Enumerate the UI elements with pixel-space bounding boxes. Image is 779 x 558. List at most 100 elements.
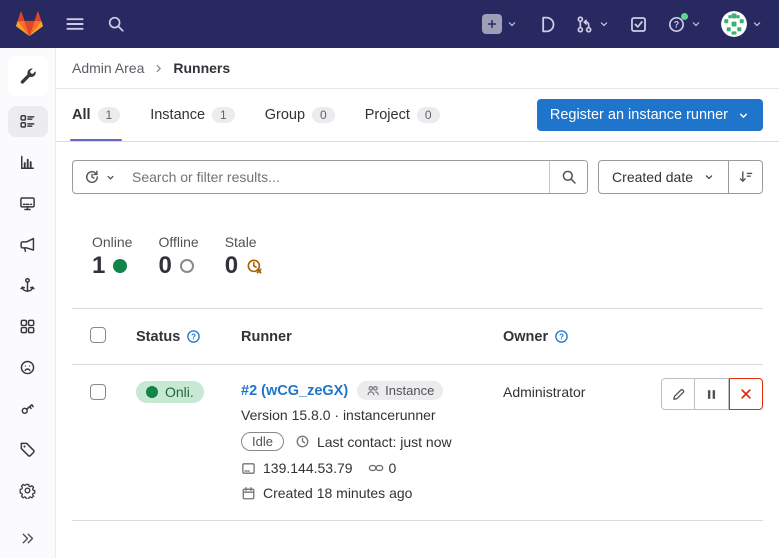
online-dot-icon: [146, 386, 158, 398]
sidebar-item-analytics[interactable]: [8, 147, 48, 178]
merge-request-icon: [575, 15, 594, 34]
sidebar-item-admin-area[interactable]: [8, 56, 48, 96]
chevron-down-icon: [737, 109, 750, 122]
wrench-icon: [19, 67, 37, 85]
sort-controls: Created date: [598, 160, 763, 194]
status-badge-text: Onli...: [165, 384, 194, 400]
runner-owner: Administrator: [503, 381, 653, 400]
runner-name-link[interactable]: #2 (wCG_zeGX): [241, 383, 348, 399]
breadcrumb-admin-area-link[interactable]: Admin Area: [72, 60, 144, 76]
sort-by-label: Created date: [612, 169, 693, 185]
delete-runner-button[interactable]: [729, 378, 763, 410]
plus-icon: [482, 14, 502, 34]
tab-count-badge: 1: [212, 107, 235, 123]
sort-by-dropdown[interactable]: Created date: [598, 160, 729, 194]
sidebar-item-settings[interactable]: [8, 475, 48, 506]
select-row-checkbox[interactable]: [90, 384, 106, 400]
runner-created-text: Created 18 minutes ago: [263, 485, 412, 501]
search-icon: [107, 15, 125, 33]
tab-all[interactable]: All 1: [72, 89, 120, 141]
sidebar-nav: [8, 106, 48, 506]
column-header-owner: Owner: [503, 329, 548, 345]
user-avatar: [721, 11, 747, 37]
merge-requests-button[interactable]: [575, 15, 610, 34]
chevron-down-icon: [751, 18, 763, 30]
chevron-right-icon: [153, 63, 164, 74]
gitlab-admin-runners-page: ?: [0, 0, 779, 558]
stat-online: Online 1: [92, 234, 132, 279]
stat-label: Stale: [225, 234, 263, 250]
top-navbar: ?: [0, 0, 779, 48]
label-tag-icon: [19, 441, 36, 458]
stat-offline: Offline 0: [158, 234, 198, 279]
monitor-icon: [19, 195, 36, 212]
edit-runner-button[interactable]: [661, 378, 695, 410]
sidebar-item-applications[interactable]: [8, 311, 48, 342]
global-search-button[interactable]: [107, 15, 125, 33]
tab-project[interactable]: Project 0: [365, 89, 440, 141]
new-menu-button[interactable]: [482, 14, 518, 34]
filtered-search-box: [72, 160, 588, 194]
stat-value: 1: [92, 253, 105, 279]
runner-actions: [661, 378, 763, 410]
gitlab-logo-icon[interactable]: [16, 11, 43, 37]
search-history-dropdown[interactable]: [73, 161, 126, 193]
breadcrumb-current: Runners: [173, 60, 230, 76]
sidebar-item-credentials[interactable]: [8, 393, 48, 424]
pencil-icon: [671, 387, 686, 402]
pause-runner-button[interactable]: [695, 378, 729, 410]
search-submit-button[interactable]: [549, 161, 587, 193]
column-header-runner: Runner: [241, 329, 292, 345]
offline-status-icon: [180, 259, 194, 273]
runner-version: Version 15.8.0 · instancerunner: [241, 407, 503, 423]
issues-button[interactable]: [537, 15, 556, 34]
sidebar-item-messages[interactable]: [8, 229, 48, 260]
sort-descending-icon: [738, 169, 754, 185]
owner-help-icon[interactable]: ?: [554, 329, 569, 344]
sidebar-item-labels[interactable]: [8, 434, 48, 465]
todos-button[interactable]: [629, 15, 648, 34]
tab-label: Project: [365, 107, 410, 123]
sidebar-expand-button[interactable]: [0, 531, 55, 546]
runner-type-tabs: All 1 Instance 1 Group 0 Project 0 Regis…: [56, 89, 779, 142]
table-header: Status ? Runner Owner ?: [72, 308, 763, 365]
tab-group[interactable]: Group 0: [265, 89, 335, 141]
sidebar-item-ci-hooks[interactable]: [8, 270, 48, 301]
history-clock-icon: [84, 169, 100, 185]
chevron-down-icon: [690, 18, 702, 30]
pause-icon: [705, 388, 718, 401]
stat-value: 0: [158, 253, 171, 279]
tab-count-badge: 1: [98, 107, 121, 123]
runners-table: Status ? Runner Owner ?: [72, 308, 763, 521]
sad-face-icon: [19, 359, 36, 376]
hamburger-menu-button[interactable]: [64, 13, 86, 35]
sidebar-item-overview[interactable]: [8, 106, 48, 137]
tab-label: All: [72, 107, 91, 123]
runner-row: Onli... #2 (wCG_zeGX) Instance: [72, 365, 763, 521]
stat-stale: Stale 0: [225, 234, 263, 279]
clock-icon: [295, 434, 310, 449]
status-help-icon[interactable]: ?: [186, 329, 201, 344]
tab-count-badge: 0: [417, 107, 440, 123]
column-header-status: Status: [136, 329, 180, 345]
people-icon: [366, 384, 380, 398]
register-instance-runner-button[interactable]: Register an instance runner: [537, 99, 763, 131]
bar-chart-icon: [19, 154, 36, 171]
chevron-down-icon: [598, 18, 610, 30]
search-input[interactable]: [126, 161, 549, 193]
link-chain-icon: [368, 460, 384, 476]
user-menu-button[interactable]: [721, 11, 763, 37]
tab-label: Instance: [150, 107, 205, 123]
sidebar-item-abuse-reports[interactable]: [8, 352, 48, 383]
sidebar-item-monitoring[interactable]: [8, 188, 48, 219]
help-menu-button[interactable]: ?: [667, 15, 702, 34]
key-icon: [19, 400, 36, 417]
megaphone-icon: [19, 236, 36, 253]
select-all-checkbox[interactable]: [90, 327, 106, 343]
runner-ip: 139.144.53.79: [263, 460, 353, 476]
chevron-down-icon: [703, 171, 715, 183]
search-icon: [561, 169, 577, 185]
sort-direction-button[interactable]: [729, 160, 763, 194]
tab-instance[interactable]: Instance 1: [150, 89, 235, 141]
runner-status-badge: Onli...: [136, 381, 204, 403]
